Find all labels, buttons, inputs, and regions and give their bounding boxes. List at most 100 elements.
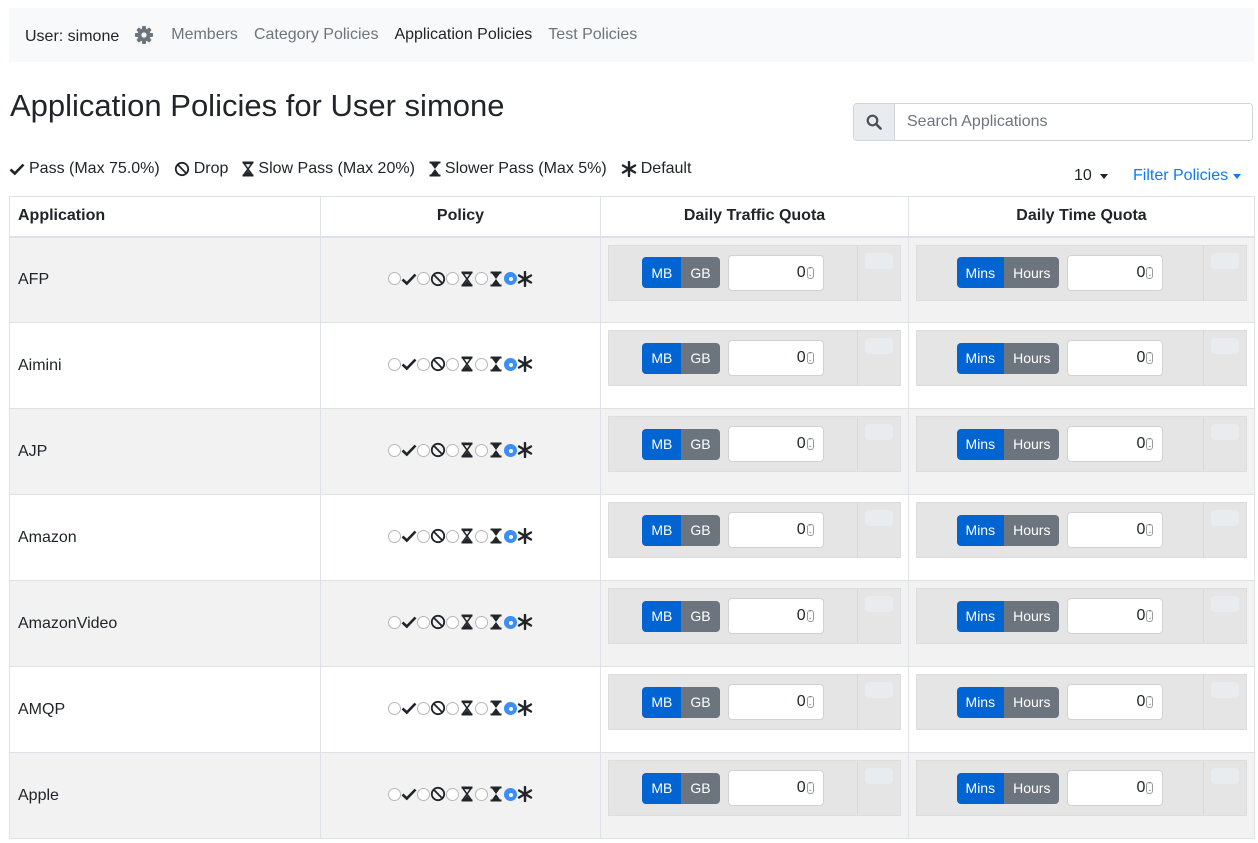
unit-mb-button[interactable]: MB (642, 257, 682, 288)
traffic-save-button[interactable] (865, 424, 893, 440)
time-quota-input[interactable]: 0 ⌃ ⌄ (1067, 598, 1164, 634)
nav-link-members[interactable]: Members (163, 26, 246, 44)
radio-slower-pass[interactable] (475, 443, 488, 457)
spinner-icon[interactable]: ⌃ ⌄ (1146, 696, 1154, 708)
unit-mb-button[interactable]: MB (642, 514, 682, 546)
radio-default[interactable] (504, 787, 517, 801)
search-input[interactable] (895, 104, 1252, 140)
radio-slow-pass[interactable] (446, 615, 459, 629)
traffic-save-button[interactable] (865, 252, 893, 269)
time-save-button[interactable] (1211, 424, 1239, 440)
unit-hours-button[interactable]: Hours (1004, 772, 1060, 804)
traffic-save-button[interactable] (865, 596, 893, 612)
unit-mb-button[interactable]: MB (642, 428, 682, 460)
spinner-icon[interactable]: ⌃ ⌄ (1146, 438, 1154, 450)
time-save-button[interactable] (1211, 768, 1239, 784)
radio-pass[interactable] (388, 357, 401, 371)
unit-mb-button[interactable]: MB (642, 772, 682, 804)
spinner-icon[interactable]: ⌃ ⌄ (806, 524, 814, 536)
time-save-button[interactable] (1211, 596, 1239, 612)
radio-slower-pass[interactable] (475, 787, 488, 801)
unit-gb-button[interactable]: GB (681, 342, 720, 374)
unit-gb-button[interactable]: GB (681, 686, 720, 718)
radio-drop[interactable] (417, 529, 430, 543)
radio-pass[interactable] (388, 615, 401, 629)
time-quota-input[interactable]: 0 ⌃ ⌄ (1067, 426, 1164, 462)
spinner-icon[interactable]: ⌃ ⌄ (806, 266, 814, 279)
time-save-button[interactable] (1211, 338, 1239, 354)
spinner-icon[interactable]: ⌃ ⌄ (1146, 266, 1154, 279)
radio-drop[interactable] (417, 443, 430, 457)
column-header-application[interactable]: Application (9, 196, 321, 238)
radio-default[interactable] (504, 615, 517, 629)
time-save-button[interactable] (1211, 252, 1239, 269)
spinner-icon[interactable]: ⌃ ⌄ (1146, 782, 1154, 794)
radio-pass[interactable] (388, 529, 401, 543)
time-quota-input[interactable]: 0 ⌃ ⌄ (1067, 684, 1164, 720)
unit-mins-button[interactable]: Mins (956, 686, 1005, 718)
unit-mins-button[interactable]: Mins (956, 514, 1005, 546)
unit-hours-button[interactable]: Hours (1004, 600, 1060, 632)
spinner-icon[interactable]: ⌃ ⌄ (806, 352, 814, 364)
spinner-icon[interactable]: ⌃ ⌄ (806, 610, 814, 622)
time-save-button[interactable] (1211, 682, 1239, 698)
unit-mins-button[interactable]: Mins (956, 257, 1005, 288)
traffic-save-button[interactable] (865, 338, 893, 354)
radio-slower-pass[interactable] (475, 529, 488, 543)
nav-link-application-policies[interactable]: Application Policies (386, 26, 540, 44)
traffic-save-button[interactable] (865, 768, 893, 784)
spinner-icon[interactable]: ⌃ ⌄ (806, 438, 814, 450)
unit-hours-button[interactable]: Hours (1004, 428, 1060, 460)
radio-drop[interactable] (417, 272, 430, 285)
radio-slow-pass[interactable] (446, 443, 459, 457)
radio-default[interactable] (504, 357, 517, 371)
unit-hours-button[interactable]: Hours (1004, 257, 1060, 288)
unit-mins-button[interactable]: Mins (956, 342, 1005, 374)
traffic-quota-input[interactable]: 0 ⌃ ⌄ (727, 770, 824, 806)
page-size-dropdown[interactable]: 10 (1074, 167, 1108, 185)
traffic-quota-input[interactable]: 0 ⌃ ⌄ (727, 512, 824, 548)
gear-icon[interactable] (133, 24, 155, 46)
unit-gb-button[interactable]: GB (681, 514, 720, 546)
spinner-icon[interactable]: ⌃ ⌄ (1146, 524, 1154, 536)
time-quota-input[interactable]: 0 ⌃ ⌄ (1067, 254, 1164, 291)
radio-drop[interactable] (417, 787, 430, 801)
radio-slow-pass[interactable] (446, 787, 459, 801)
radio-slower-pass[interactable] (475, 272, 488, 285)
radio-pass[interactable] (388, 701, 401, 715)
radio-slow-pass[interactable] (446, 272, 459, 285)
radio-drop[interactable] (417, 701, 430, 715)
traffic-quota-input[interactable]: 0 ⌃ ⌄ (727, 340, 824, 376)
radio-default[interactable] (504, 529, 517, 543)
spinner-icon[interactable]: ⌃ ⌄ (806, 696, 814, 708)
unit-gb-button[interactable]: GB (681, 428, 720, 460)
time-quota-input[interactable]: 0 ⌃ ⌄ (1067, 340, 1164, 376)
radio-slower-pass[interactable] (475, 615, 488, 629)
radio-slow-pass[interactable] (446, 357, 459, 371)
time-quota-input[interactable]: 0 ⌃ ⌄ (1067, 512, 1164, 548)
spinner-icon[interactable]: ⌃ ⌄ (1146, 610, 1154, 622)
unit-hours-button[interactable]: Hours (1004, 686, 1060, 718)
radio-slow-pass[interactable] (446, 701, 459, 715)
traffic-quota-input[interactable]: 0 ⌃ ⌄ (727, 426, 824, 462)
unit-mb-button[interactable]: MB (642, 686, 682, 718)
unit-mins-button[interactable]: Mins (956, 600, 1005, 632)
traffic-quota-input[interactable]: 0 ⌃ ⌄ (727, 684, 824, 720)
radio-default[interactable] (504, 701, 517, 715)
unit-mb-button[interactable]: MB (642, 600, 682, 632)
radio-pass[interactable] (388, 443, 401, 457)
radio-slow-pass[interactable] (446, 529, 459, 543)
search-icon[interactable] (854, 104, 895, 140)
unit-gb-button[interactable]: GB (681, 257, 720, 288)
unit-gb-button[interactable]: GB (681, 600, 720, 632)
filter-policies-dropdown[interactable]: Filter Policies (1133, 167, 1242, 185)
traffic-quota-input[interactable]: 0 ⌃ ⌄ (727, 254, 824, 291)
radio-slower-pass[interactable] (475, 357, 488, 371)
spinner-icon[interactable]: ⌃ ⌄ (806, 782, 814, 794)
unit-hours-button[interactable]: Hours (1004, 342, 1060, 374)
spinner-icon[interactable]: ⌃ ⌄ (1146, 352, 1154, 364)
radio-pass[interactable] (388, 272, 401, 285)
time-quota-input[interactable]: 0 ⌃ ⌄ (1067, 770, 1164, 806)
radio-default[interactable] (504, 443, 517, 457)
radio-drop[interactable] (417, 357, 430, 371)
